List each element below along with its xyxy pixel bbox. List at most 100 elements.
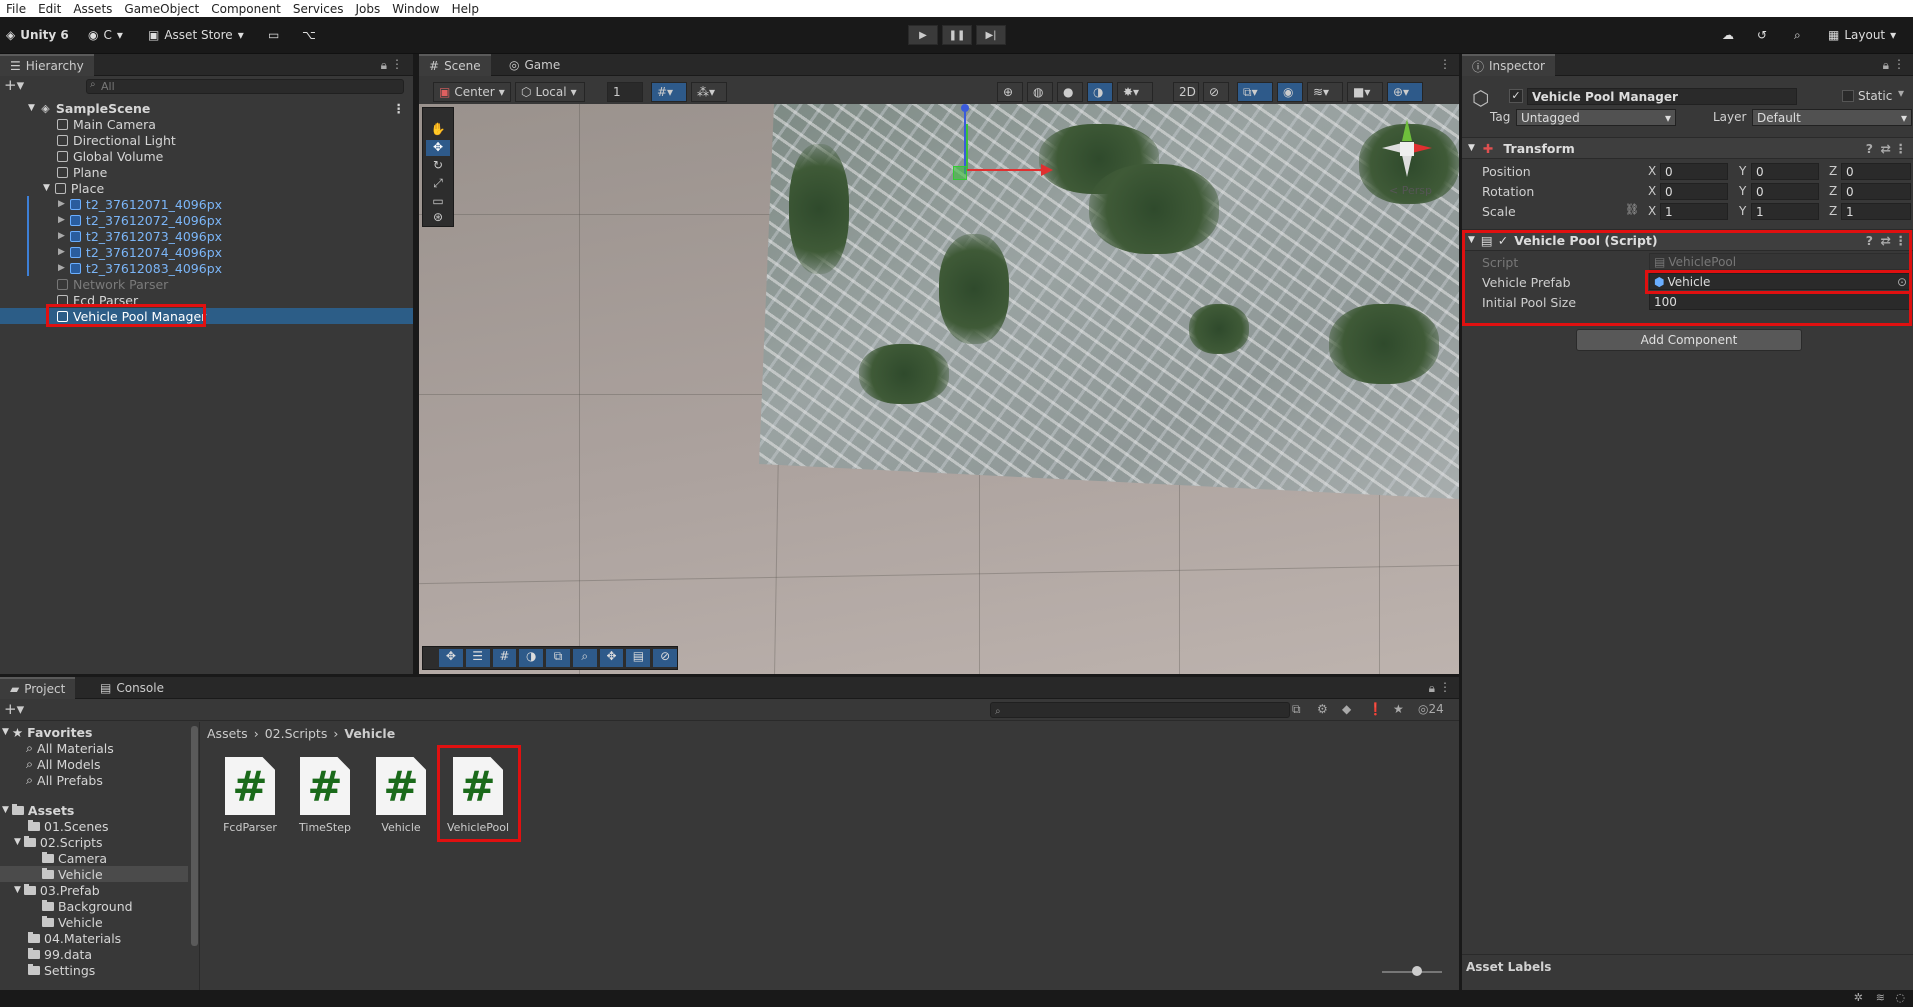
2d-toggle-icon[interactable]: 2D [1173,82,1199,102]
layout-button[interactable]: ▦ Layout ▾ [1828,24,1896,46]
scale-tool-icon[interactable]: ⤢ [426,176,450,192]
menu-help[interactable]: Help [446,2,485,16]
preset-icon[interactable]: ⇄ [1881,141,1891,156]
more-options-icon[interactable]: ⋮ [393,101,406,116]
folder-item[interactable]: 99.data [0,946,92,962]
tab-console[interactable]: ▤ Console [90,677,174,699]
cloud-icon[interactable]: ☁ [1722,24,1734,46]
scene-row[interactable]: ▼ ◈ SampleScene ⋮ [0,100,413,116]
increment-snap-button[interactable]: ⁂▾ [691,82,727,102]
zoom-slider-thumb[interactable] [1412,966,1422,976]
menu-services[interactable]: Services [287,2,350,16]
projection-label[interactable]: < Persp [1389,184,1432,197]
help-icon[interactable]: ? [1866,141,1873,156]
label-filter-icon[interactable]: ◆ [1342,702,1351,716]
package-icon[interactable]: ▭ [268,24,279,46]
space-local-dropdown[interactable]: ⬡ Local ▾ [515,82,585,102]
list-item[interactable]: Network Parser [0,276,413,292]
list-item[interactable]: Plane [0,164,413,180]
bug-icon[interactable]: ✲ [1854,991,1863,1004]
favorites-row[interactable]: ▼ ★ Favorites [0,724,92,740]
hidden-count[interactable]: ◎24 [1418,702,1444,716]
grid-snap-button[interactable]: #▾ [651,82,687,102]
gameobject-large-icon[interactable]: ⬡ [1472,86,1489,110]
favorite-item[interactable]: ⌕ All Materials [0,740,114,756]
lighting-icon[interactable]: ◑ [1087,82,1113,102]
warning-filter-icon[interactable]: ❗ [1368,702,1383,716]
gizmos-icon[interactable]: ⊕▾ [1387,82,1423,102]
zoom-icon[interactable]: ⌕ [572,649,597,667]
transform-header[interactable]: ▼ ✚ Transform ? ⇄ ⋮ [1462,137,1913,159]
list-item[interactable]: ▶ t2_37612071_4096px [0,196,413,212]
gizmo-plane-handle[interactable] [953,166,967,180]
list-item[interactable]: ▶ t2_37612073_4096px [0,228,413,244]
folder-item-selected[interactable]: Vehicle [0,866,188,882]
tag-dropdown[interactable]: Untagged ▾ [1516,109,1676,126]
menu-edit[interactable]: Edit [32,2,67,16]
rotation-y-field[interactable]: 0 [1751,183,1819,200]
link-icon[interactable]: ⛓ [1625,203,1639,216]
assets-root-row[interactable]: ▼ Assets [0,802,74,818]
list-item[interactable]: ▶ t2_37612072_4096px [0,212,413,228]
tab-hierarchy[interactable]: ☰ Hierarchy [0,54,94,76]
tab-inspector[interactable]: ⓘ Inspector [1462,54,1555,76]
tab-scene[interactable]: # Scene [419,54,491,76]
folder-item[interactable]: Camera [0,850,107,866]
gizmo-orientation-icon[interactable]: ⊕ [997,82,1023,102]
scale-y-field[interactable]: 1 [1751,203,1819,220]
folder-item[interactable]: ▼ 03.Prefab [0,882,100,898]
script-asset-timestep[interactable]: # TimeStep [290,757,360,834]
list-item[interactable]: ▶ t2_37612083_4096px [0,260,413,276]
favorite-star-icon[interactable]: ★ [1393,702,1404,716]
folder-item[interactable]: Vehicle [0,914,103,930]
layers-icon[interactable]: ⧉▾ [1237,82,1273,102]
pause-button[interactable]: ❚❚ [942,25,972,45]
more-options-icon[interactable]: ⋮ [1895,141,1908,156]
script-asset-vehicle[interactable]: # Vehicle [366,757,436,834]
list-item[interactable]: Directional Light [0,132,413,148]
lock-icon[interactable]: 🔒︎ [381,58,387,73]
menu-gameobject[interactable]: GameObject [118,2,205,16]
scene-viewport[interactable]: < Persp ✋ ✥ ↻ ⤢ ▭ ⊛ ✥ ☰ # ◑ ⧉ ⌕ ✥ ▤ ⊘ [419,104,1459,674]
unity-version-button[interactable]: ◈ Unity 6 [6,24,69,46]
menu-component[interactable]: Component [205,2,287,16]
asset-store-button[interactable]: ▣ Asset Store ▾ [148,24,244,46]
move-overlay-icon[interactable]: ✥ [439,649,463,667]
more-options-icon[interactable]: ⋮ [391,57,403,71]
effects-icon[interactable]: ✸▾ [1117,82,1153,102]
scale-x-field[interactable]: 1 [1660,203,1728,220]
search-icon[interactable]: ⌕ [1794,24,1801,46]
pan-icon[interactable]: ✥ [599,649,624,667]
account-button[interactable]: ◉ C ▾ [88,24,123,46]
progress-icon[interactable]: ◌ [1895,991,1905,1004]
grid-overlay-icon[interactable]: # [492,649,517,667]
wireframe-icon[interactable]: ◍ [1027,82,1053,102]
history-icon[interactable]: ↺ [1757,24,1767,46]
static-checkbox[interactable] [1842,90,1854,102]
add-icon[interactable]: +▾ [4,700,24,718]
layers-overlay-icon[interactable]: ⧉ [546,649,570,667]
pivot-center-dropdown[interactable]: ▣ Center ▾ [433,82,511,102]
script-asset-fcdparser[interactable]: # FcdParser [215,757,285,834]
breadcrumb-vehicle[interactable]: Vehicle [344,726,395,741]
tab-game[interactable]: ◎ Game [499,54,570,76]
list-item[interactable]: ▶ t2_37612074_4096px [0,244,413,260]
layer-dropdown[interactable]: Default ▾ [1752,109,1912,126]
folder-item[interactable]: ▼ 02.Scripts [0,834,103,850]
object-name-field[interactable]: Vehicle Pool Manager [1527,88,1797,105]
more-options-icon[interactable]: ⋮ [1439,57,1451,71]
folder-item[interactable]: Settings [0,962,95,978]
gizmo-y-handle[interactable] [961,104,969,112]
add-component-button[interactable]: Add Component [1576,329,1802,351]
lock-icon[interactable]: 🔒︎ [1883,58,1889,73]
compass-icon[interactable]: ⊘ [653,649,678,667]
rotation-z-field[interactable]: 0 [1841,183,1911,200]
list-item[interactable]: Main Camera [0,116,413,132]
chevron-down-icon[interactable]: ▾ [1898,86,1904,100]
rect-tool-icon[interactable]: ▭ [426,194,450,210]
position-z-field[interactable]: 0 [1841,163,1911,180]
list-item[interactable]: ▼ Place [0,180,413,196]
scale-z-field[interactable]: 1 [1841,203,1911,220]
shaded-icon[interactable]: ● [1057,82,1083,102]
more-options-icon[interactable]: ⋮ [1439,680,1451,694]
